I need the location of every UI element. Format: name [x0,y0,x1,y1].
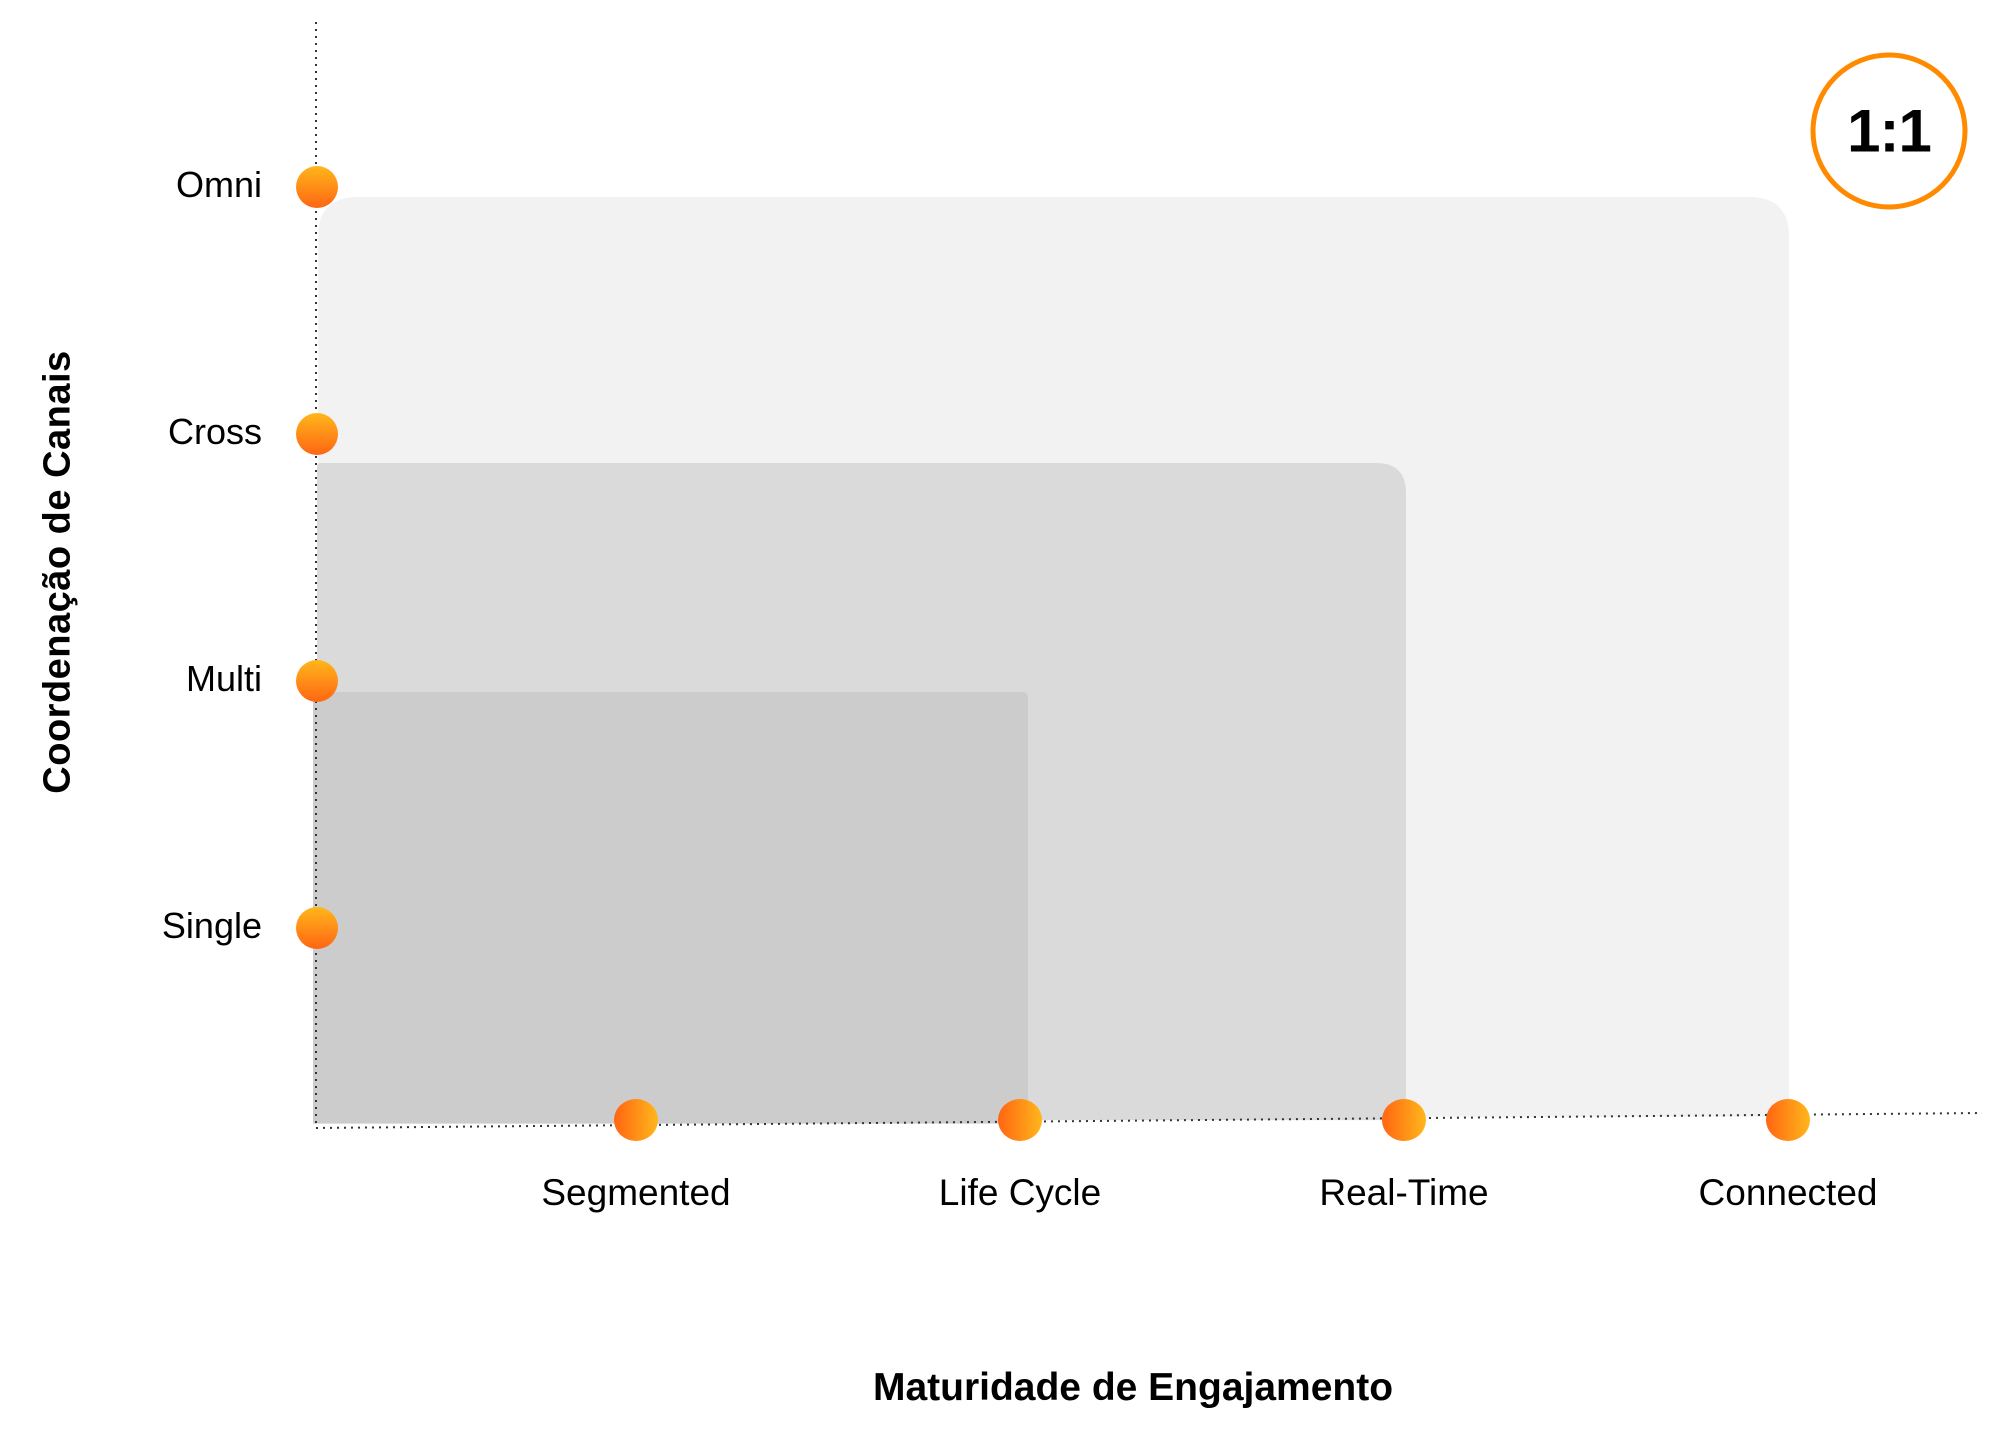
x-tick-label: Life Cycle [938,1172,1102,1213]
x-tick-label: Real-Time [1319,1172,1489,1213]
y-marker-multi [296,660,338,702]
x-marker-real-time [1382,1099,1426,1141]
y-marker-cross [296,413,338,455]
x-marker-connected [1766,1099,1810,1141]
x-marker-segmented [614,1099,658,1141]
y-tick-label: Cross [167,411,262,452]
y-marker-single [296,907,338,949]
x-tick-label: Connected [1698,1172,1878,1213]
y-tick-label: Single [161,905,262,946]
y-marker-omni [296,166,338,208]
y-tick-label: Multi [185,658,262,699]
x-tick-label: Segmented [541,1172,731,1213]
y-tick-label: Omni [175,164,262,205]
badge-label: 1:1 [1847,97,1932,165]
maturity-diagram: Coordenação de Canais Maturidade de Enga… [0,0,2000,1433]
x-marker-life-cycle [998,1099,1042,1141]
regions-layer [313,197,1789,1124]
region-inner [313,692,1028,1124]
y-axis-title: Coordenação de Canais [36,350,79,794]
diagram-canvas [296,22,1983,1141]
x-axis-title: Maturidade de Engajamento [872,1366,1394,1409]
